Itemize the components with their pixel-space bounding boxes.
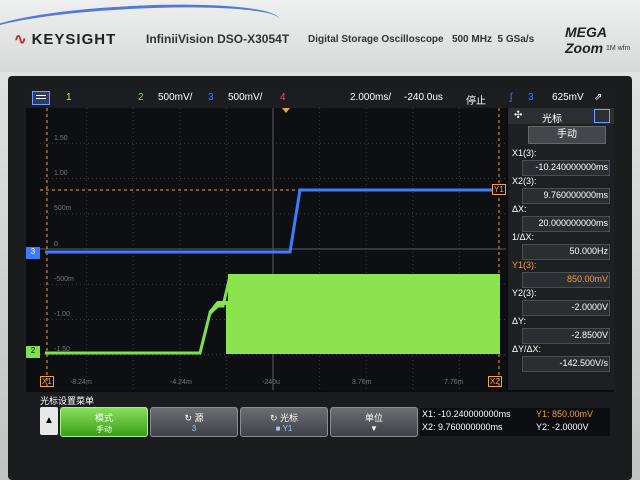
x-label-3: -240u — [262, 379, 280, 386]
ch3-ground-marker[interactable]: 3 — [26, 247, 40, 259]
megazoom-sub: 1M wfm — [606, 45, 631, 52]
softkey-mode-value: 手动 — [96, 425, 112, 434]
dy-label: ΔY: — [512, 316, 527, 326]
cursor-panel-header: ✣ 光标 — [508, 108, 614, 125]
softkey-units[interactable]: 单位 ▼ — [330, 407, 418, 437]
trigger-level: 625mV — [552, 92, 584, 103]
ch3-label[interactable]: 3 — [208, 92, 214, 103]
x-label-2: -4.24m — [170, 379, 192, 386]
y-label-7: -1.50 — [54, 346, 70, 353]
x-label-1: -8.24m — [70, 379, 92, 386]
submenu-arrow-icon: ▼ — [370, 424, 378, 433]
cursor-icon: ✣ — [514, 110, 523, 121]
timebase: 2.000ms/ — [350, 92, 392, 103]
delay: -240.0us — [404, 92, 443, 103]
x-label-4: 3.76m — [352, 379, 372, 386]
softkey-source[interactable]: ↻ 源 3 — [150, 407, 238, 437]
y-label-2: 1.00 — [54, 170, 68, 177]
softkey-source-value: 3 — [191, 424, 197, 433]
dx-label: ΔX: — [512, 204, 527, 214]
y-label-3: 500m — [54, 205, 72, 212]
y-label-6: -1.00 — [54, 311, 70, 318]
main-menu-icon[interactable] — [32, 91, 50, 105]
cursor-readout: X1: -10.240000000ms Y1: 850.00mV X2: 9.7… — [420, 408, 610, 436]
y1-label: Y1(3): — [512, 260, 537, 270]
x-label-5: 7.76m — [444, 379, 464, 386]
dx-value: 20.000000000ms — [538, 218, 608, 228]
inv-dx-label: 1/ΔX: — [512, 232, 535, 242]
readout-x2: X2: 9.760000000ms — [422, 422, 503, 432]
ch2-ground-marker[interactable]: 2 — [26, 346, 40, 358]
softkey-menu-title: 光标设置菜单 — [40, 396, 95, 406]
x2-value: 9.760000000ms — [543, 190, 608, 200]
model-description: Digital Storage Oscilloscope 500 MHz 5 G… — [308, 34, 535, 45]
softkey-menu: 光标设置菜单 ▲ 模式 手动 ↻ 源 3 ↻ 光标 ■ Y1 单位 ▼ X1: … — [26, 392, 614, 440]
softkey-units-label: 单位 — [364, 413, 383, 423]
ch4-label[interactable]: 4 — [280, 92, 286, 103]
readout-y2: Y2: -2.0000V — [536, 422, 589, 432]
acquire-icon: ⇗ — [594, 92, 603, 103]
ch2-label[interactable]: 2 — [138, 92, 144, 103]
softkey-mode[interactable]: 模式 手动 — [60, 407, 148, 437]
probe-cable — [0, 0, 281, 57]
keysight-wave-icon: ∿ — [14, 31, 28, 48]
brand-logo: ∿ KEYSIGHT — [14, 31, 117, 48]
cursor-panel: ✣ 光标 手动 X1(3): -10.240000000ms X2(3): 9.… — [508, 108, 614, 390]
menu-up-icon[interactable]: ▲ — [40, 407, 58, 435]
readout-y1: Y1: 850.00mV — [536, 409, 594, 419]
status-bar: 1 2 500mV/ 3 500mV/ 4 2.000ms/ -240.0us … — [26, 88, 614, 108]
ch2-oscillation-band — [228, 274, 500, 354]
x2-label: X2(3): — [512, 176, 537, 186]
brand-bar: ∿ KEYSIGHT InfiniiVision DSO-X3054T Digit… — [0, 0, 640, 72]
softkey-cursors[interactable]: ↻ 光标 ■ Y1 — [240, 407, 328, 437]
cursor-panel-title: 光标 — [542, 114, 562, 125]
scope-display: 1 2 500mV/ 3 500mV/ 4 2.000ms/ -240.0us … — [26, 88, 614, 440]
cursor-x1-tag[interactable]: X1 — [40, 376, 54, 387]
softkey-source-label: ↻ 源 — [184, 413, 204, 423]
ch1-label[interactable]: 1 — [66, 92, 72, 103]
softkey-mode-label: 模式 — [94, 413, 113, 423]
cursor-y1-tag[interactable]: Y1 — [492, 184, 506, 195]
y-label-5: -500m — [54, 276, 74, 283]
rotate-knob-icon: ↻ — [269, 413, 281, 423]
inv-dx-value: 50.000Hz — [569, 246, 608, 256]
panel-menu-icon[interactable] — [594, 109, 610, 123]
trigger-channel: 3 — [528, 92, 534, 103]
x1-label: X1(3): — [512, 148, 537, 158]
checkbox-icon: ■ — [275, 424, 283, 433]
cursor-mode-button[interactable]: 手动 — [528, 126, 606, 144]
readout-x1: X1: -10.240000000ms — [422, 409, 511, 419]
graticule[interactable]: 3 2 1.50 1.00 500m 0 -500m -1.00 -1.50 -… — [26, 108, 506, 390]
rotate-knob-icon: ↻ — [184, 413, 195, 423]
waveform-canvas — [40, 108, 506, 390]
y1-value: 850.00mV — [566, 274, 608, 284]
y2-label: Y2(3): — [512, 288, 537, 298]
model-name: InfiniiVision DSO-X3054T — [146, 32, 290, 46]
cursor-x2-tag[interactable]: X2 — [488, 376, 502, 387]
dy-value: -2.8500V — [571, 330, 608, 340]
softkey-cursors-value: ■ Y1 — [275, 424, 293, 433]
dydx-label: ΔY/ΔX: — [512, 344, 542, 354]
ch3-scale: 500mV/ — [228, 92, 263, 103]
dydx-value: -142.500V/s — [559, 358, 608, 368]
trigger-edge-icon: ʃ — [510, 92, 513, 103]
run-state[interactable]: 停止 — [466, 92, 486, 107]
trigger-position-marker — [282, 108, 290, 113]
x1-value: -10.240000000ms — [535, 162, 608, 172]
ch2-scale: 500mV/ — [158, 92, 193, 103]
softkey-cursors-label: ↻ 光标 — [269, 413, 299, 423]
y-label-4: 0 — [54, 241, 58, 248]
y2-value: -2.0000V — [571, 302, 608, 312]
y-label-1: 1.50 — [54, 135, 68, 142]
